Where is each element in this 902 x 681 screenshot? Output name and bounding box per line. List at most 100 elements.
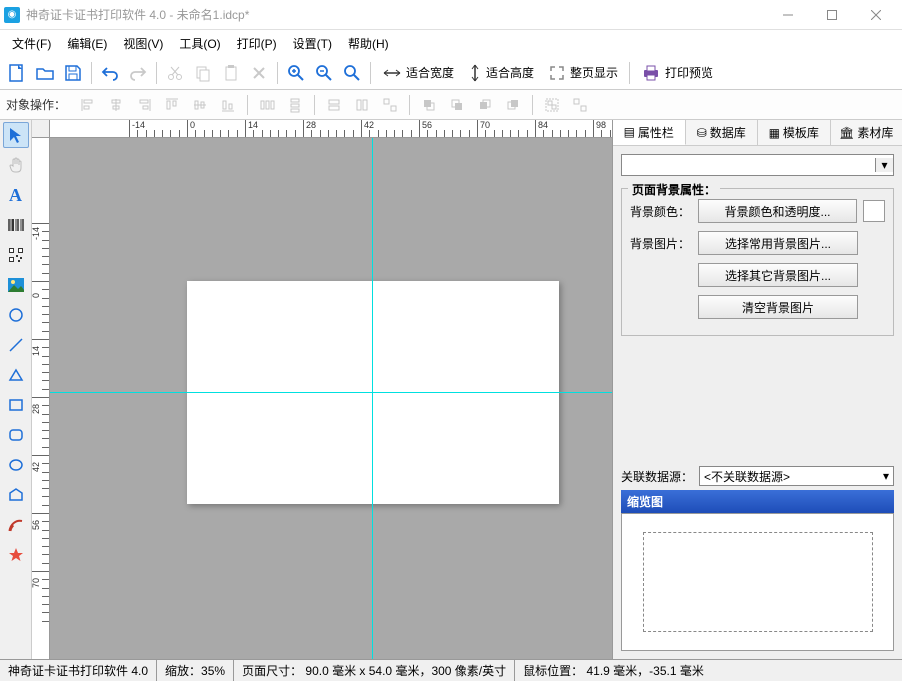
same-height-button[interactable]: [350, 93, 374, 117]
cut-button[interactable]: [162, 60, 188, 86]
hand-tool[interactable]: [3, 152, 29, 178]
polygon-tool[interactable]: [3, 482, 29, 508]
send-backward-button[interactable]: [501, 93, 525, 117]
tab-database[interactable]: ⛁数据库: [686, 120, 759, 145]
status-zoom: 缩放：35%: [157, 660, 234, 681]
page-background-group: 页面背景属性： 背景颜色： 背景颜色和透明度... 背景图片： 选择常用背景图片…: [621, 188, 894, 336]
assets-icon: 🏛: [839, 126, 854, 140]
barcode-tool[interactable]: [3, 212, 29, 238]
fit-width-label: 适合宽度: [406, 64, 454, 81]
align-top-button[interactable]: [160, 93, 184, 117]
zoom-in-button[interactable]: [283, 60, 309, 86]
bg-image-label: 背景图片：: [630, 235, 692, 252]
datasource-select[interactable]: <不关联数据源> ▾: [699, 466, 894, 486]
group-button[interactable]: [540, 93, 564, 117]
group-title: 页面背景属性：: [628, 181, 720, 198]
status-bar: 神奇证卡证书打印软件 4.0 缩放：35% 页面尺寸： 90.0 毫米 x 54…: [0, 659, 902, 681]
menu-edit[interactable]: 编辑(E): [59, 31, 115, 56]
undo-button[interactable]: [97, 60, 123, 86]
canvas-area: [32, 120, 612, 659]
bring-front-button[interactable]: [417, 93, 441, 117]
zoom-out-button[interactable]: [311, 60, 337, 86]
send-back-button[interactable]: [445, 93, 469, 117]
menu-help[interactable]: 帮助(H): [340, 31, 397, 56]
align-bottom-button[interactable]: [216, 93, 240, 117]
image-tool[interactable]: [3, 272, 29, 298]
chevron-down-icon: ▾: [875, 158, 893, 172]
tab-assets[interactable]: 🏛素材库: [831, 120, 902, 145]
same-size-button[interactable]: [378, 93, 402, 117]
distribute-h-button[interactable]: [255, 93, 279, 117]
tab-properties[interactable]: ▤属性栏: [613, 120, 686, 145]
bg-image-clear-button[interactable]: 清空背景图片: [698, 295, 858, 319]
tmpl-icon: ▦: [769, 126, 780, 140]
datasource-label: 关联数据源：: [621, 468, 693, 485]
ruler-vertical[interactable]: [32, 138, 50, 659]
guide-vertical[interactable]: [372, 138, 373, 659]
title-bar: ◉ 神奇证卡证书打印软件 4.0 - 未命名1.idcp*: [0, 0, 902, 30]
ellipse-tool[interactable]: [3, 452, 29, 478]
align-center-v-button[interactable]: [188, 93, 212, 117]
distribute-v-button[interactable]: [283, 93, 307, 117]
roundrect-tool[interactable]: [3, 422, 29, 448]
fit-height-button[interactable]: 适合高度: [462, 60, 540, 86]
thumbnail-page: [643, 532, 873, 632]
ungroup-button[interactable]: [568, 93, 592, 117]
new-button[interactable]: [4, 60, 30, 86]
delete-button[interactable]: [246, 60, 272, 86]
arc-tool[interactable]: [3, 512, 29, 538]
full-page-label: 整页显示: [570, 64, 618, 81]
bg-color-button[interactable]: 背景颜色和透明度...: [698, 199, 857, 223]
ruler-horizontal[interactable]: [50, 120, 612, 138]
datasource-row: 关联数据源： <不关联数据源> ▾: [621, 462, 894, 490]
menu-view[interactable]: 视图(V): [115, 31, 171, 56]
text-tool[interactable]: A: [3, 182, 29, 208]
same-width-button[interactable]: [322, 93, 346, 117]
copy-button[interactable]: [190, 60, 216, 86]
window-title: 神奇证卡证书打印软件 4.0 - 未命名1.idcp*: [26, 6, 766, 23]
menu-print[interactable]: 打印(P): [229, 31, 285, 56]
close-button[interactable]: [854, 1, 898, 29]
select-tool[interactable]: [3, 122, 29, 148]
full-page-button[interactable]: 整页显示: [542, 60, 624, 86]
fit-height-label: 适合高度: [486, 64, 534, 81]
maximize-button[interactable]: [810, 1, 854, 29]
open-button[interactable]: [32, 60, 58, 86]
redo-button[interactable]: [125, 60, 151, 86]
object-ops-label: 对象操作：: [6, 96, 66, 113]
triangle-tool[interactable]: [3, 362, 29, 388]
status-app: 神奇证卡证书打印软件 4.0: [0, 660, 157, 681]
fit-width-icon: [382, 66, 402, 80]
menu-tools[interactable]: 工具(O): [171, 31, 228, 56]
workspace: A ▤属性栏 ⛁数据库 ▦模板: [0, 120, 902, 659]
rect-tool[interactable]: [3, 392, 29, 418]
main-toolbar: 适合宽度 适合高度 整页显示 打印预览: [0, 56, 902, 90]
line-tool[interactable]: [3, 332, 29, 358]
paste-button[interactable]: [218, 60, 244, 86]
bring-forward-button[interactable]: [473, 93, 497, 117]
canvas[interactable]: [50, 138, 612, 659]
qrcode-tool[interactable]: [3, 242, 29, 268]
menu-file[interactable]: 文件(F): [4, 31, 59, 56]
guide-horizontal[interactable]: [50, 392, 612, 393]
tab-templates[interactable]: ▦模板库: [758, 120, 831, 145]
print-preview-label: 打印预览: [665, 64, 713, 81]
align-left-button[interactable]: [76, 93, 100, 117]
printer-icon: [641, 64, 661, 82]
save-button[interactable]: [60, 60, 86, 86]
align-right-button[interactable]: [132, 93, 156, 117]
object-selector-dropdown[interactable]: ▾: [621, 154, 894, 176]
thumbnail-body: [621, 513, 894, 651]
menu-settings[interactable]: 设置(T): [285, 31, 340, 56]
print-preview-button[interactable]: 打印预览: [635, 60, 719, 86]
fit-width-button[interactable]: 适合宽度: [376, 60, 460, 86]
bg-color-swatch[interactable]: [863, 200, 885, 222]
zoom-reset-button[interactable]: [339, 60, 365, 86]
window-buttons: [766, 1, 898, 29]
align-center-h-button[interactable]: [104, 93, 128, 117]
bg-image-common-button[interactable]: 选择常用背景图片...: [698, 231, 858, 255]
bg-image-other-button[interactable]: 选择其它背景图片...: [698, 263, 858, 287]
circle-tool[interactable]: [3, 302, 29, 328]
minimize-button[interactable]: [766, 1, 810, 29]
star-tool[interactable]: [3, 542, 29, 568]
